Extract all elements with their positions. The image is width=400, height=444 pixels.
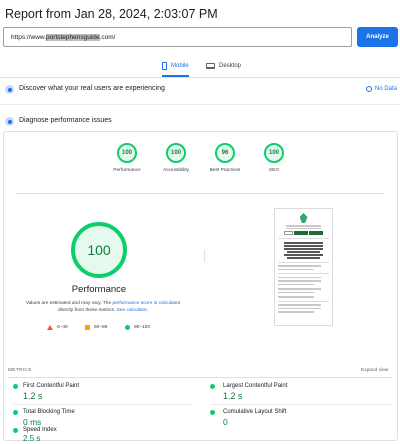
tbt-status-dot: [13, 410, 18, 415]
performance-gauge-label: Performance: [113, 168, 141, 173]
cls-metric-name: Cumulative Layout Shift: [223, 409, 287, 415]
url-highlighted: portstephensguide: [46, 34, 100, 41]
tab-desktop-label: Desktop: [219, 63, 242, 69]
si-metric-name: Speed Index: [23, 427, 57, 433]
real-users-icon: [5, 85, 14, 94]
fcp-metric-value: 1.2 s: [23, 391, 43, 401]
scores-divider: [16, 193, 384, 194]
performance-score-gauge[interactable]: 100: [117, 143, 137, 163]
legend-average-range: 50–89: [94, 325, 108, 330]
tab-mobile[interactable]: Mobile: [162, 59, 189, 77]
seo-score-gauge[interactable]: 100: [264, 143, 284, 163]
tbt-metric-value: 0 ms: [23, 417, 42, 427]
best-practices-gauge-label: Best Practices: [209, 168, 241, 173]
mobile-phone-icon: [162, 62, 167, 70]
metrics-heading: METRICS: [8, 368, 32, 373]
see-calculator-link[interactable]: See calculator.: [117, 308, 148, 313]
lcp-metric-value: 1.2 s: [223, 391, 243, 401]
url-suffix: .com/: [99, 34, 116, 41]
expand-view-toggle[interactable]: Expand view: [361, 368, 388, 373]
info-icon: [366, 86, 372, 92]
cls-metric-value: 0: [223, 417, 228, 427]
real-users-heading: Discover what your real users are experi…: [19, 85, 165, 92]
legend-good-range: 90–100: [134, 325, 151, 330]
best-practices-score-gauge[interactable]: 96: [215, 143, 235, 163]
site-nav-preview: [278, 231, 329, 235]
url-input[interactable]: https://www.portstephensguide.com/: [3, 27, 352, 47]
si-status-dot: [13, 428, 18, 433]
metric-row-divider: [13, 404, 193, 405]
performance-main-gauge: 100: [71, 222, 127, 278]
section-divider: [0, 104, 400, 105]
metric-row-divider: [210, 404, 392, 405]
legend-average: 50–89: [85, 325, 107, 330]
tab-mobile-label: Mobile: [171, 63, 189, 69]
fcp-status-dot: [13, 384, 18, 389]
seo-gauge-label: SEO: [268, 168, 280, 173]
legend-good: 90–100: [125, 325, 150, 330]
tab-desktop[interactable]: Desktop: [206, 59, 241, 73]
performance-desc-text-1: Values are estimated and may vary. The: [25, 301, 113, 306]
metrics-divider: [8, 377, 392, 378]
report-title: Report from Jan 28, 2024, 2:03:07 PM: [5, 7, 218, 21]
performance-title: Performance: [71, 284, 127, 295]
no-data-indicator[interactable]: No Data: [366, 86, 397, 92]
accessibility-gauge-label: Accessibility: [162, 168, 190, 173]
circle-icon: [125, 325, 130, 330]
vertical-divider: [204, 250, 205, 262]
accessibility-score-gauge[interactable]: 100: [166, 143, 186, 163]
desktop-monitor-icon: [206, 63, 215, 69]
tbt-metric-name: Total Blocking Time: [23, 409, 75, 415]
triangle-icon: [47, 325, 53, 330]
fcp-metric-name: First Contentful Paint: [23, 383, 80, 389]
si-metric-value: 2.5 s: [23, 434, 41, 443]
lcp-status-dot: [210, 384, 215, 389]
score-calculated-link[interactable]: performance score is calculated: [112, 301, 180, 306]
lcp-metric-name: Largest Contentful Paint: [223, 383, 288, 389]
diagnose-icon: [5, 117, 14, 126]
performance-description: Values are estimated and may vary. The p…: [18, 300, 188, 314]
site-logo: [278, 213, 329, 223]
legend-poor: 0–49: [47, 325, 68, 330]
cls-status-dot: [210, 410, 215, 415]
url-prefix: https://www.: [11, 34, 47, 41]
tabs-divider: [0, 77, 400, 78]
analyze-button[interactable]: Analyze: [357, 27, 398, 47]
square-icon: [85, 325, 90, 330]
legend-poor-range: 0–49: [57, 325, 68, 330]
diagnose-heading: Diagnose performance issues: [19, 117, 112, 124]
no-data-label: No Data: [375, 86, 398, 92]
page-screenshot-thumbnail[interactable]: [274, 208, 333, 326]
performance-desc-text-2: directly from these metrics.: [57, 308, 117, 313]
